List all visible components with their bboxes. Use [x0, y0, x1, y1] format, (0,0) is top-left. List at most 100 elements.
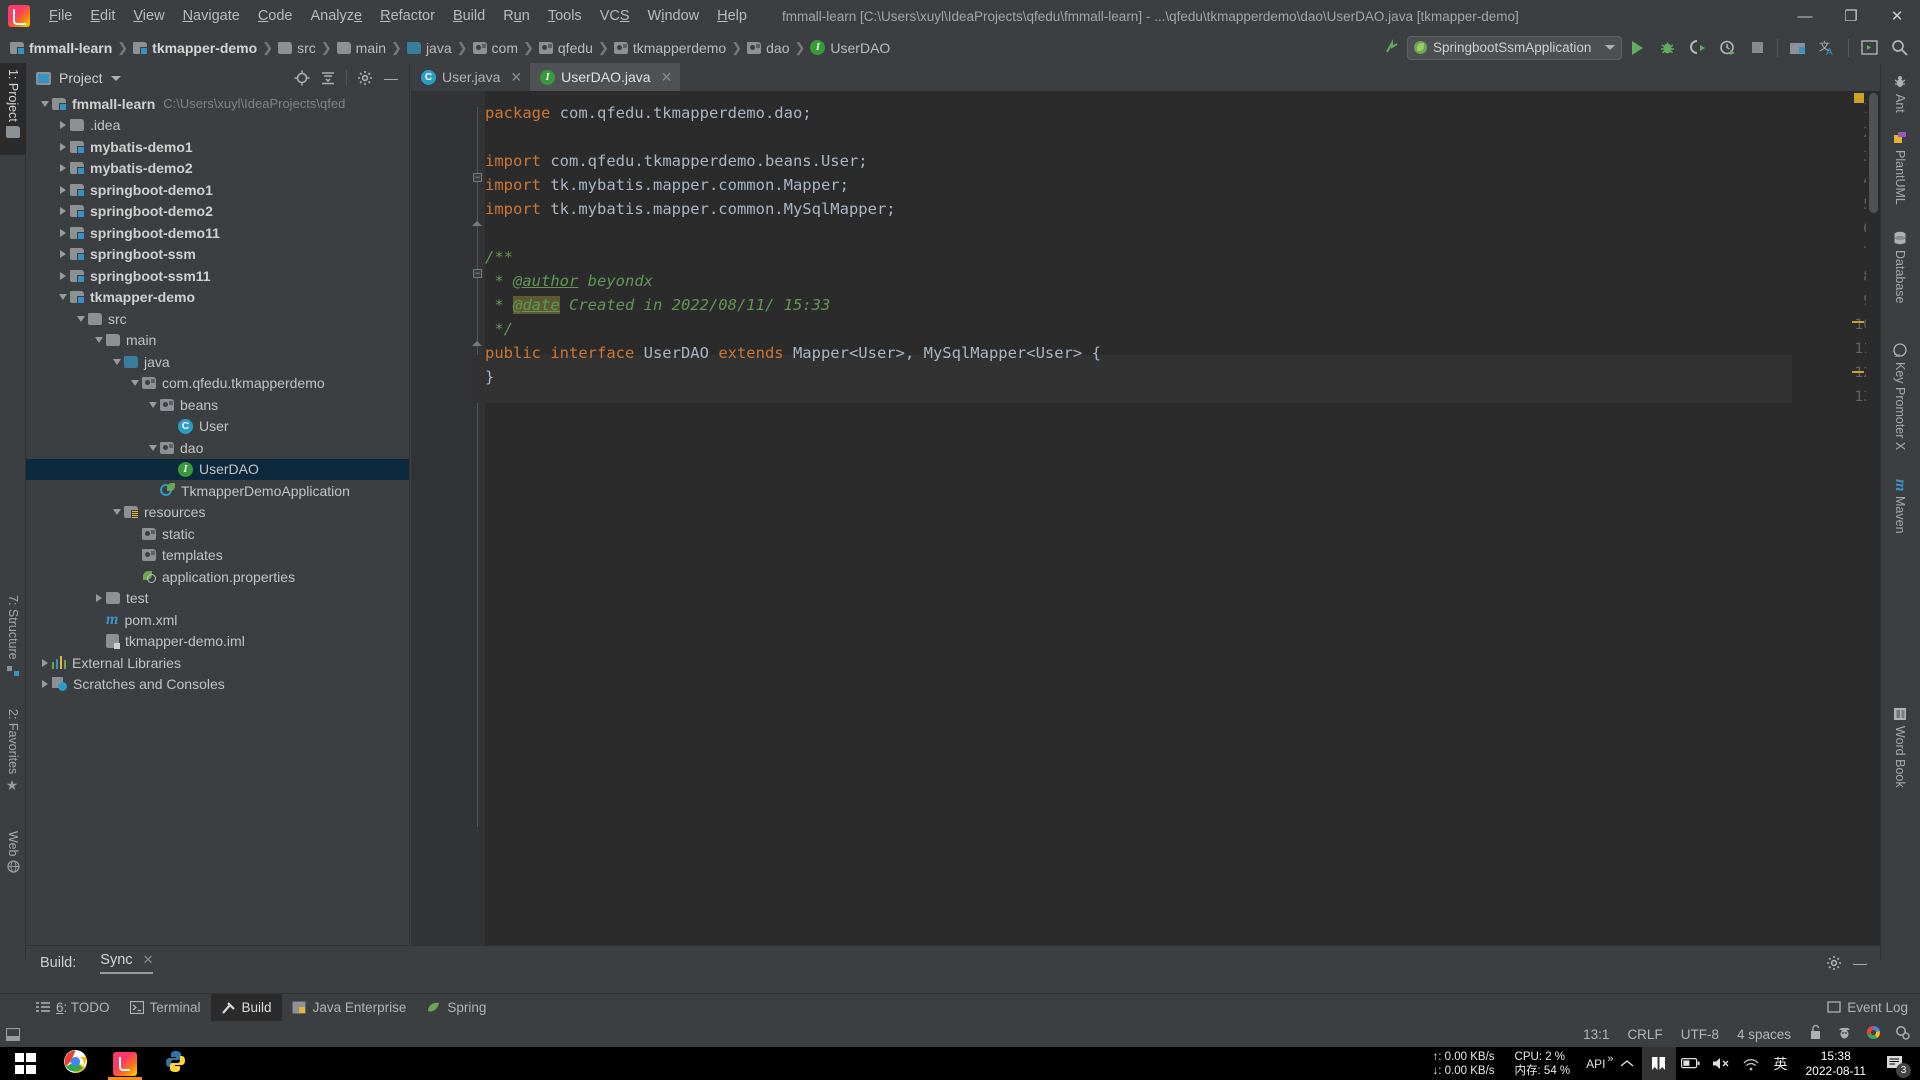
- chevron-right-icon[interactable]: [56, 247, 70, 261]
- open-preview-button[interactable]: [1854, 35, 1884, 61]
- minimize-button[interactable]: —: [1782, 0, 1828, 32]
- line-separator[interactable]: CRLF: [1627, 1027, 1662, 1042]
- breadcrumb-item-tkmapper-demo[interactable]: tkmapper-demo: [133, 40, 257, 56]
- chevron-down-icon[interactable]: [110, 75, 121, 81]
- hide-icon[interactable]: —: [379, 66, 403, 90]
- breadcrumb-item-src[interactable]: src: [278, 40, 316, 56]
- breadcrumb-item-java[interactable]: java: [406, 40, 452, 56]
- file-encoding[interactable]: UTF-8: [1681, 1027, 1719, 1042]
- menu-item-edit[interactable]: Edit: [81, 4, 124, 28]
- chevron-down-icon[interactable]: [110, 355, 124, 369]
- tree-node[interactable]: springboot-demo1: [26, 179, 409, 201]
- sidebar-item-plantuml[interactable]: PlantUML: [1882, 125, 1918, 211]
- chevron-down-icon[interactable]: [146, 398, 160, 412]
- indent-setting[interactable]: 4 spaces: [1737, 1027, 1791, 1042]
- editor-scroll-thumb[interactable]: [1869, 93, 1878, 213]
- caret-position[interactable]: 13:1: [1583, 1027, 1609, 1042]
- sidebar-item-maven[interactable]: m Maven: [1882, 473, 1918, 540]
- debug-button[interactable]: [1652, 35, 1682, 61]
- hide-icon[interactable]: —: [1848, 951, 1872, 975]
- chevron-right-icon[interactable]: [56, 183, 70, 197]
- tray-expand-chevron-icon[interactable]: [1612, 1047, 1642, 1080]
- chevron-right-icon[interactable]: [38, 677, 52, 691]
- breadcrumb-item-main[interactable]: main: [336, 40, 386, 56]
- menu-item-run[interactable]: Run: [494, 4, 539, 28]
- fold-marker-javadoc[interactable]: −: [473, 269, 482, 278]
- tree-node[interactable]: templates: [26, 545, 409, 567]
- python-taskbar-item[interactable]: [150, 1047, 200, 1080]
- editor-vertical-scrollbar[interactable]: [1866, 91, 1880, 959]
- tree-node[interactable]: beans: [26, 394, 409, 416]
- taskbar-clock[interactable]: 15:38 2022-08-11: [1796, 1049, 1877, 1079]
- tree-node[interactable]: mybatis-demo2: [26, 158, 409, 180]
- chevron-down-icon[interactable]: [146, 441, 160, 455]
- stop-button[interactable]: [1742, 35, 1772, 61]
- menu-item-vcs[interactable]: VCS: [591, 4, 639, 28]
- hector-icon[interactable]: [1837, 1025, 1852, 1043]
- tree-node[interactable]: application.properties: [26, 566, 409, 588]
- resource-indicator[interactable]: CPU: 2 % 内存: 54 %: [1505, 1050, 1581, 1078]
- tree-node[interactable]: mybatis-demo1: [26, 136, 409, 158]
- sidebar-item-project[interactable]: 1: Project: [0, 63, 26, 155]
- menu-item-view[interactable]: View: [124, 4, 173, 28]
- tree-node[interactable]: static: [26, 523, 409, 545]
- menu-item-navigate[interactable]: Navigate: [174, 4, 249, 28]
- close-icon[interactable]: ✕: [510, 69, 522, 86]
- project-structure-button[interactable]: [1783, 35, 1813, 61]
- menu-item-build[interactable]: Build: [444, 4, 494, 28]
- editor-gutter[interactable]: [411, 91, 471, 959]
- bookmarks-tray-icon[interactable]: [1641, 1047, 1676, 1080]
- tree-node[interactable]: test: [26, 588, 409, 610]
- source-code[interactable]: package com.qfedu.tkmapperdemo.dao; impor…: [485, 91, 1880, 959]
- sidebar-item-database[interactable]: Database: [1882, 225, 1918, 310]
- sidebar-item-web[interactable]: Web: [0, 825, 26, 885]
- menu-item-window[interactable]: Window: [639, 4, 709, 28]
- menu-item-code[interactable]: Code: [249, 4, 302, 28]
- tree-node[interactable]: springboot-ssm: [26, 244, 409, 266]
- tree-node[interactable]: External Libraries: [26, 652, 409, 674]
- editor-tab-user-java[interactable]: C User.java ✕: [411, 63, 530, 91]
- code-editor[interactable]: 12345678910111213 package com.qfedu.tkma…: [411, 91, 1880, 959]
- show-tool-windows-icon[interactable]: [0, 1021, 26, 1047]
- battery-icon[interactable]: [1676, 1047, 1706, 1080]
- breadcrumb[interactable]: fmmall-learn ❯ tkmapper-demo ❯ src ❯ main ❯ java…: [10, 40, 890, 56]
- tree-node[interactable]: tkmapper-demo.iml: [26, 631, 409, 653]
- bottom-tab-spring[interactable]: Spring: [416, 994, 496, 1022]
- close-icon[interactable]: ✕: [661, 69, 673, 86]
- sidebar-item-structure[interactable]: 7: Structure: [0, 589, 26, 699]
- chevron-down-icon[interactable]: [74, 312, 88, 326]
- tree-node[interactable]: C User: [26, 416, 409, 438]
- menu-item-tools[interactable]: Tools: [539, 4, 591, 28]
- run-button[interactable]: [1622, 35, 1652, 61]
- tree-node-selected[interactable]: I UserDAO: [26, 458, 409, 480]
- fold-marker-imports[interactable]: −: [473, 173, 482, 182]
- update-project-icon[interactable]: [1377, 35, 1407, 61]
- google-icon[interactable]: [1866, 1025, 1881, 1043]
- run-with-coverage-button[interactable]: [1682, 35, 1712, 61]
- tree-node[interactable]: com.qfedu.tkmapperdemo: [26, 373, 409, 395]
- menu-item-analyze[interactable]: Analyze: [302, 4, 372, 28]
- network-speed-indicator[interactable]: ↑: 0.00 KB/s ↓: 0.00 KB/s: [1423, 1050, 1505, 1078]
- chevron-right-icon[interactable]: [56, 140, 70, 154]
- collapse-all-icon[interactable]: [316, 66, 340, 90]
- chevron-right-icon[interactable]: [56, 269, 70, 283]
- chevron-down-icon[interactable]: [38, 97, 52, 111]
- translate-button[interactable]: 文A: [1813, 35, 1843, 61]
- editor-tabs[interactable]: C User.java ✕ I UserDAO.java ✕: [411, 63, 1880, 91]
- search-everywhere-icon[interactable]: [1884, 35, 1914, 61]
- chevron-down-icon[interactable]: [56, 290, 70, 304]
- breadcrumb-item-userdao[interactable]: I UserDAO: [810, 40, 890, 56]
- breadcrumb-item-com[interactable]: com: [472, 40, 518, 56]
- menu-item-refactor[interactable]: Refactor: [371, 4, 444, 28]
- project-tree[interactable]: fmmall-learn C:\Users\xuyl\IdeaProjects\q…: [26, 93, 409, 941]
- tree-node[interactable]: springboot-ssm11: [26, 265, 409, 287]
- tree-node[interactable]: src: [26, 308, 409, 330]
- tree-node[interactable]: .idea: [26, 115, 409, 137]
- close-icon[interactable]: ✕: [143, 952, 154, 967]
- sidebar-item-favorites[interactable]: 2: Favorites ★: [0, 703, 26, 821]
- bottom-tab-6-todo[interactable]: 6: TODO: [26, 994, 120, 1022]
- inspection-warning-marker[interactable]: [1854, 93, 1864, 103]
- tree-node[interactable]: springboot-demo11: [26, 222, 409, 244]
- build-sync-tab[interactable]: Sync ✕: [100, 952, 154, 974]
- tree-node[interactable]: Scratches and Consoles: [26, 674, 409, 696]
